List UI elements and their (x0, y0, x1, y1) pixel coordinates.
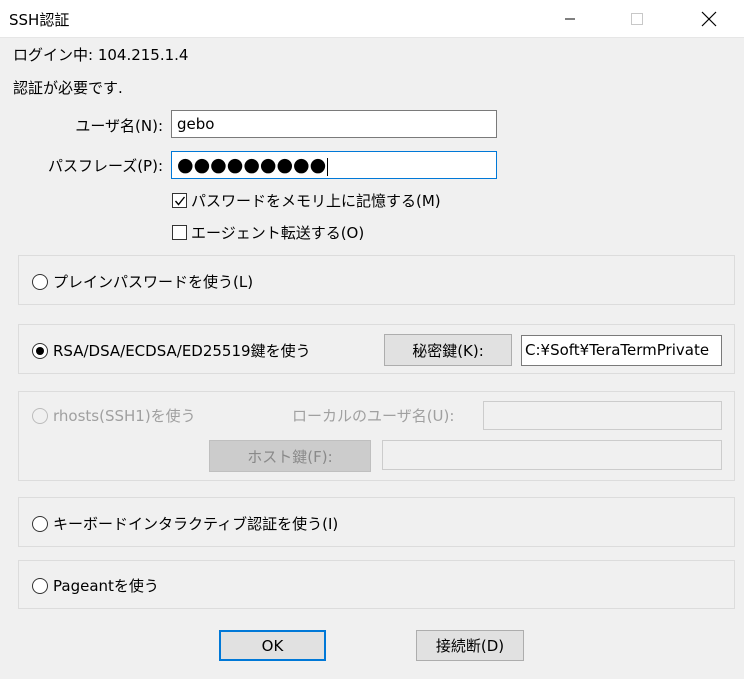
check-icon (174, 196, 185, 206)
keyboard-interactive-label: キーボードインタラクティブ認証を使う(I) (53, 515, 339, 533)
private-key-button[interactable]: 秘密鍵(K): (384, 334, 512, 366)
minimize-icon (565, 18, 575, 20)
pageant-radio[interactable]: Pageantを使う (32, 575, 159, 596)
window-title: SSH認証 (9, 11, 70, 29)
radio-selected-dot (36, 346, 44, 355)
local-user-label: ローカルのユーザ名(U): (292, 407, 455, 425)
auth-required-text: 認証が必要です. (13, 79, 123, 97)
passphrase-label: パスフレーズ(P): (47, 157, 163, 175)
plain-password-radio[interactable]: プレインパスワードを使う(L) (32, 271, 253, 292)
text-caret (327, 157, 329, 176)
username-input[interactable]: gebo (171, 110, 497, 138)
radio-circle (32, 407, 48, 424)
passphrase-mask: ●●●●●●●●● (177, 154, 327, 176)
pageant-label: Pageantを使う (53, 577, 159, 595)
private-key-path-input[interactable]: C:¥Soft¥TeraTermPrivate (521, 335, 722, 366)
close-icon (701, 11, 717, 27)
radio-circle (32, 273, 48, 290)
remember-password-label: パスワードをメモリ上に記憶する(M) (191, 192, 441, 210)
plain-password-label: プレインパスワードを使う(L) (53, 273, 254, 291)
minimize-button[interactable] (541, 0, 599, 38)
rhosts-radio[interactable]: rhosts(SSH1)を使う (32, 405, 196, 426)
agent-forward-label: エージェント転送する(O) (191, 224, 365, 242)
disconnect-button[interactable]: 接続断(D) (416, 630, 524, 661)
checkbox-box (172, 193, 187, 208)
username-label: ユーザ名(N): (75, 117, 163, 135)
login-info: ログイン中: 104.215.1.4 (13, 46, 189, 64)
maximize-button[interactable] (608, 0, 666, 38)
remember-password-checkbox[interactable]: パスワードをメモリ上に記憶する(M) (172, 190, 441, 211)
radio-circle (32, 515, 48, 532)
rsa-key-radio[interactable]: RSA/DSA/ECDSA/ED25519鍵を使う (32, 340, 311, 361)
close-button[interactable] (680, 0, 738, 38)
radio-circle (32, 577, 48, 594)
host-key-input[interactable] (382, 440, 722, 470)
host-key-button[interactable]: ホスト鍵(F): (209, 440, 371, 472)
passphrase-input[interactable]: ●●●●●●●●● (171, 151, 497, 179)
rhosts-label: rhosts(SSH1)を使う (53, 407, 196, 425)
agent-forward-checkbox[interactable]: エージェント転送する(O) (172, 222, 364, 243)
maximize-icon (631, 13, 643, 25)
rsa-key-label: RSA/DSA/ECDSA/ED25519鍵を使う (53, 342, 311, 360)
title-bar: SSH認証 (0, 0, 744, 38)
ok-button[interactable]: OK (219, 630, 326, 661)
radio-circle (32, 342, 48, 359)
keyboard-interactive-radio[interactable]: キーボードインタラクティブ認証を使う(I) (32, 513, 338, 534)
checkbox-box (172, 225, 187, 240)
local-user-input[interactable] (483, 401, 722, 430)
